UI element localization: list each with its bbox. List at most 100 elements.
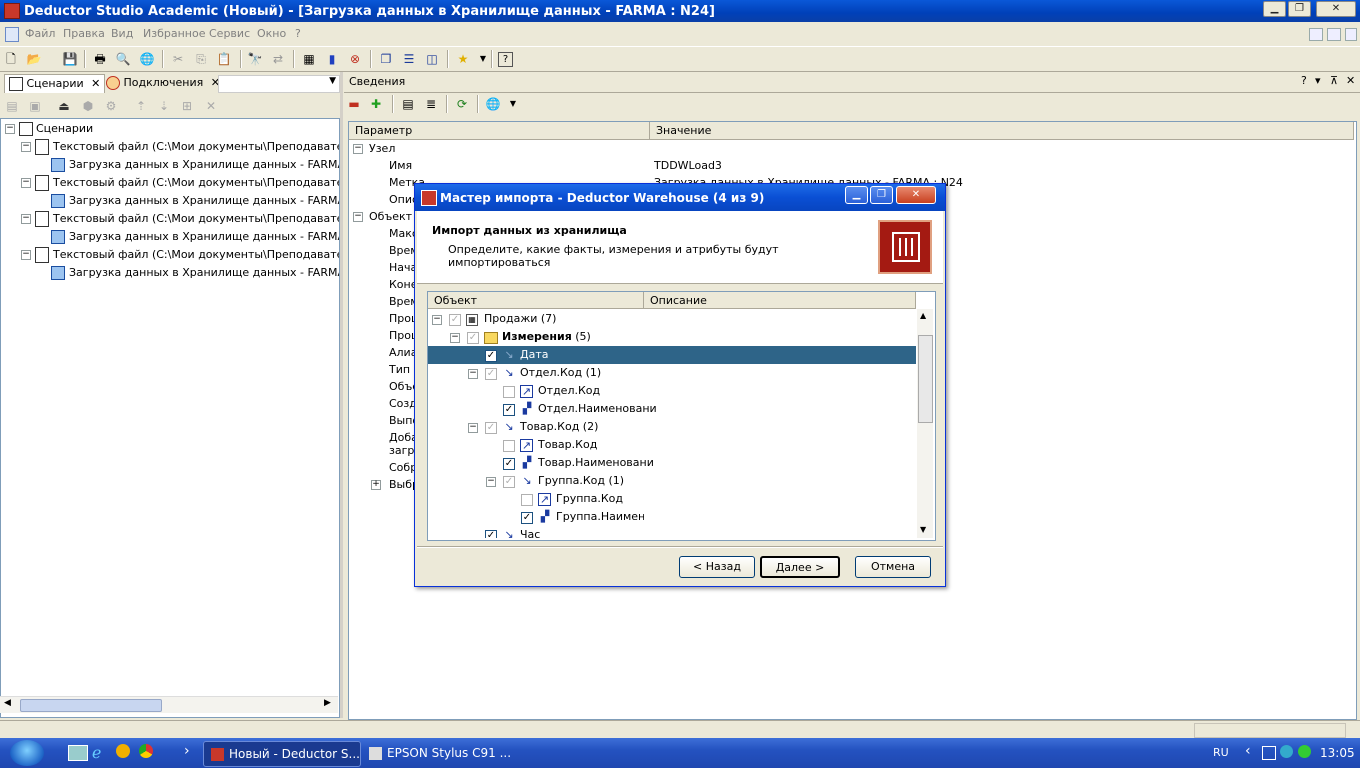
help-icon[interactable]: ?	[1301, 74, 1307, 87]
chevron-right-icon[interactable]: ›	[184, 743, 190, 759]
network-icon[interactable]	[1262, 746, 1276, 760]
tree-node-group-code[interactable]: − ✓ ↘ Группа.Код (1)	[428, 472, 916, 490]
tree-node-product-code-attr[interactable]: ↗ Товар.Код	[428, 436, 916, 454]
scroll-right-icon[interactable]: ▶	[324, 698, 331, 708]
tray-app-icon[interactable]	[1280, 745, 1293, 758]
collapse-icon[interactable]: −	[21, 250, 31, 260]
tree-vertical-scrollbar[interactable]: ▲ ▼	[917, 309, 933, 538]
settings-icon[interactable]: ⚙	[103, 98, 119, 114]
show-desktop-icon[interactable]	[68, 745, 88, 761]
menu-file[interactable]: Файл	[25, 27, 55, 40]
refresh-icon[interactable]: ⟳	[454, 96, 470, 112]
cascade-windows-icon[interactable]: ❐	[378, 51, 394, 67]
checkbox[interactable]: ✓	[485, 368, 497, 380]
dialog-restore-button[interactable]: ❐	[870, 186, 893, 204]
collapse-icon[interactable]: −	[21, 142, 31, 152]
expand-all-icon[interactable]: ✚	[368, 96, 384, 112]
replace-icon[interactable]: ⇄	[270, 51, 286, 67]
scroll-thumb[interactable]	[918, 335, 933, 423]
find-icon[interactable]: 🔭	[247, 51, 263, 67]
checkbox[interactable]: ✓	[503, 476, 515, 488]
mdi-minimize-button[interactable]	[1309, 28, 1323, 41]
collapse-all-icon[interactable]: ▬	[346, 96, 362, 112]
web-icon[interactable]: 🌐	[139, 51, 155, 67]
chrome-icon[interactable]	[139, 744, 153, 758]
collapse-icon[interactable]: −	[450, 333, 460, 343]
tab-connections[interactable]: Подключения ✕	[102, 74, 224, 92]
tree-node-date[interactable]: ✓ ↘ Дата	[428, 346, 916, 364]
tree-item-load[interactable]: Загрузка данных в Хранилище данных - FAR…	[51, 156, 339, 174]
tree-node-dept-code-attr[interactable]: ↗ Отдел.Код	[428, 382, 916, 400]
taskbar-task-deductor[interactable]: Новый - Deductor S...	[203, 741, 361, 767]
menu-view[interactable]: Вид	[111, 27, 133, 40]
start-button[interactable]	[10, 740, 44, 766]
copy-icon[interactable]: ⎘	[193, 51, 209, 67]
web-icon[interactable]: 🌐	[485, 96, 501, 112]
left-horizontal-scrollbar[interactable]: ◀ ▶	[0, 696, 338, 713]
tree-node-group-code-attr[interactable]: ↗ Группа.Код	[428, 490, 916, 508]
checkbox[interactable]: ✓	[449, 314, 461, 326]
properties-icon[interactable]: ▤	[400, 96, 416, 112]
mdi-restore-button[interactable]	[1327, 28, 1341, 41]
wizard-icon[interactable]: ▣	[27, 98, 43, 114]
tray-expand-icon[interactable]: ‹	[1245, 743, 1251, 759]
tree-node-dept-code[interactable]: − ✓ ↘ Отдел.Код (1)	[428, 364, 916, 382]
open-folder-icon[interactable]: 📂	[26, 51, 42, 67]
tree-icon[interactable]: ⊞	[179, 98, 195, 114]
collapse-icon[interactable]: −	[5, 124, 15, 134]
column-header-value[interactable]: Значение	[650, 122, 1354, 140]
checkbox[interactable]: ✓	[521, 512, 533, 524]
tree-item-text-file[interactable]: Текстовый файл (C:\Мои документы\Препода…	[35, 138, 339, 156]
grid-group-row[interactable]: Объект	[369, 208, 412, 225]
next-button[interactable]: Далее >	[760, 556, 840, 578]
tree-item-text-file[interactable]: Текстовый файл (C:\Мои документы\Препода…	[35, 210, 339, 228]
checkbox[interactable]	[521, 494, 533, 506]
details-icon[interactable]: ≣	[423, 96, 439, 112]
save-icon[interactable]: 💾	[62, 51, 78, 67]
move-down-icon[interactable]: ⇣	[156, 98, 172, 114]
print-icon[interactable]: 🖶	[92, 51, 108, 67]
cancel-button[interactable]: Отмена	[855, 556, 931, 578]
collapse-icon[interactable]: −	[468, 369, 478, 379]
float-panel-icon[interactable]: ⊼	[1330, 74, 1338, 87]
menu-window[interactable]: Окно	[257, 27, 286, 40]
expand-icon[interactable]: +	[371, 480, 381, 490]
web-dropdown-icon[interactable]: ▼	[505, 96, 521, 112]
language-indicator[interactable]: RU	[1213, 746, 1229, 759]
favorites-star-icon[interactable]: ★	[455, 51, 471, 67]
tile-horizontal-icon[interactable]: ☰	[401, 51, 417, 67]
collapse-icon[interactable]: −	[353, 212, 363, 222]
tree-node-group-name[interactable]: ✓ ▞ Группа.Наимено	[428, 508, 916, 526]
scroll-left-icon[interactable]: ◀	[4, 698, 11, 708]
collapse-icon[interactable]: −	[21, 178, 31, 188]
connections-icon[interactable]: ⊗	[347, 51, 363, 67]
menu-favorites[interactable]: Избранное	[143, 27, 205, 40]
tab-scenarios[interactable]: Сценарии ✕	[4, 74, 106, 93]
tile-vertical-icon[interactable]: ◫	[424, 51, 440, 67]
tree-node-product-name[interactable]: ✓ ▞ Товар.Наименовани	[428, 454, 916, 472]
grid-group-row[interactable]: Узел	[369, 140, 395, 157]
internet-explorer-icon[interactable]: ℯ	[92, 743, 101, 762]
help-icon[interactable]: ?	[498, 52, 513, 67]
column-header-description[interactable]: Описание	[644, 292, 916, 309]
tree-item-load[interactable]: Загрузка данных в Хранилище данных - FAR…	[51, 192, 339, 210]
tree-node-product-code[interactable]: − ✓ ↘ Товар.Код (2)	[428, 418, 916, 436]
collapse-icon[interactable]: −	[353, 144, 363, 154]
tree-item-load[interactable]: Загрузка данных в Хранилище данных - FAR…	[51, 228, 339, 246]
column-header-param[interactable]: Параметр	[349, 122, 650, 140]
collapse-icon[interactable]: −	[21, 214, 31, 224]
scroll-thumb[interactable]	[20, 699, 162, 712]
back-button[interactable]: < Назад	[679, 556, 755, 578]
checkbox[interactable]: ✓	[485, 350, 497, 362]
tree-item-load[interactable]: Загрузка данных в Хранилище данных - FAR…	[51, 264, 339, 282]
mdi-close-button[interactable]	[1345, 28, 1357, 41]
tree-item-root[interactable]: Сценарии	[19, 120, 93, 138]
scroll-up-icon[interactable]: ▲	[920, 311, 926, 320]
checkbox[interactable]	[503, 440, 515, 452]
menu-service[interactable]: Сервис	[209, 27, 250, 40]
menu-dropdown-icon[interactable]: ▾	[1315, 74, 1321, 87]
checkbox[interactable]: ✓	[503, 404, 515, 416]
scroll-down-icon[interactable]: ▼	[920, 525, 926, 534]
dialog-minimize-button[interactable]: ▁	[845, 186, 868, 204]
collapse-icon[interactable]: −	[432, 315, 442, 325]
